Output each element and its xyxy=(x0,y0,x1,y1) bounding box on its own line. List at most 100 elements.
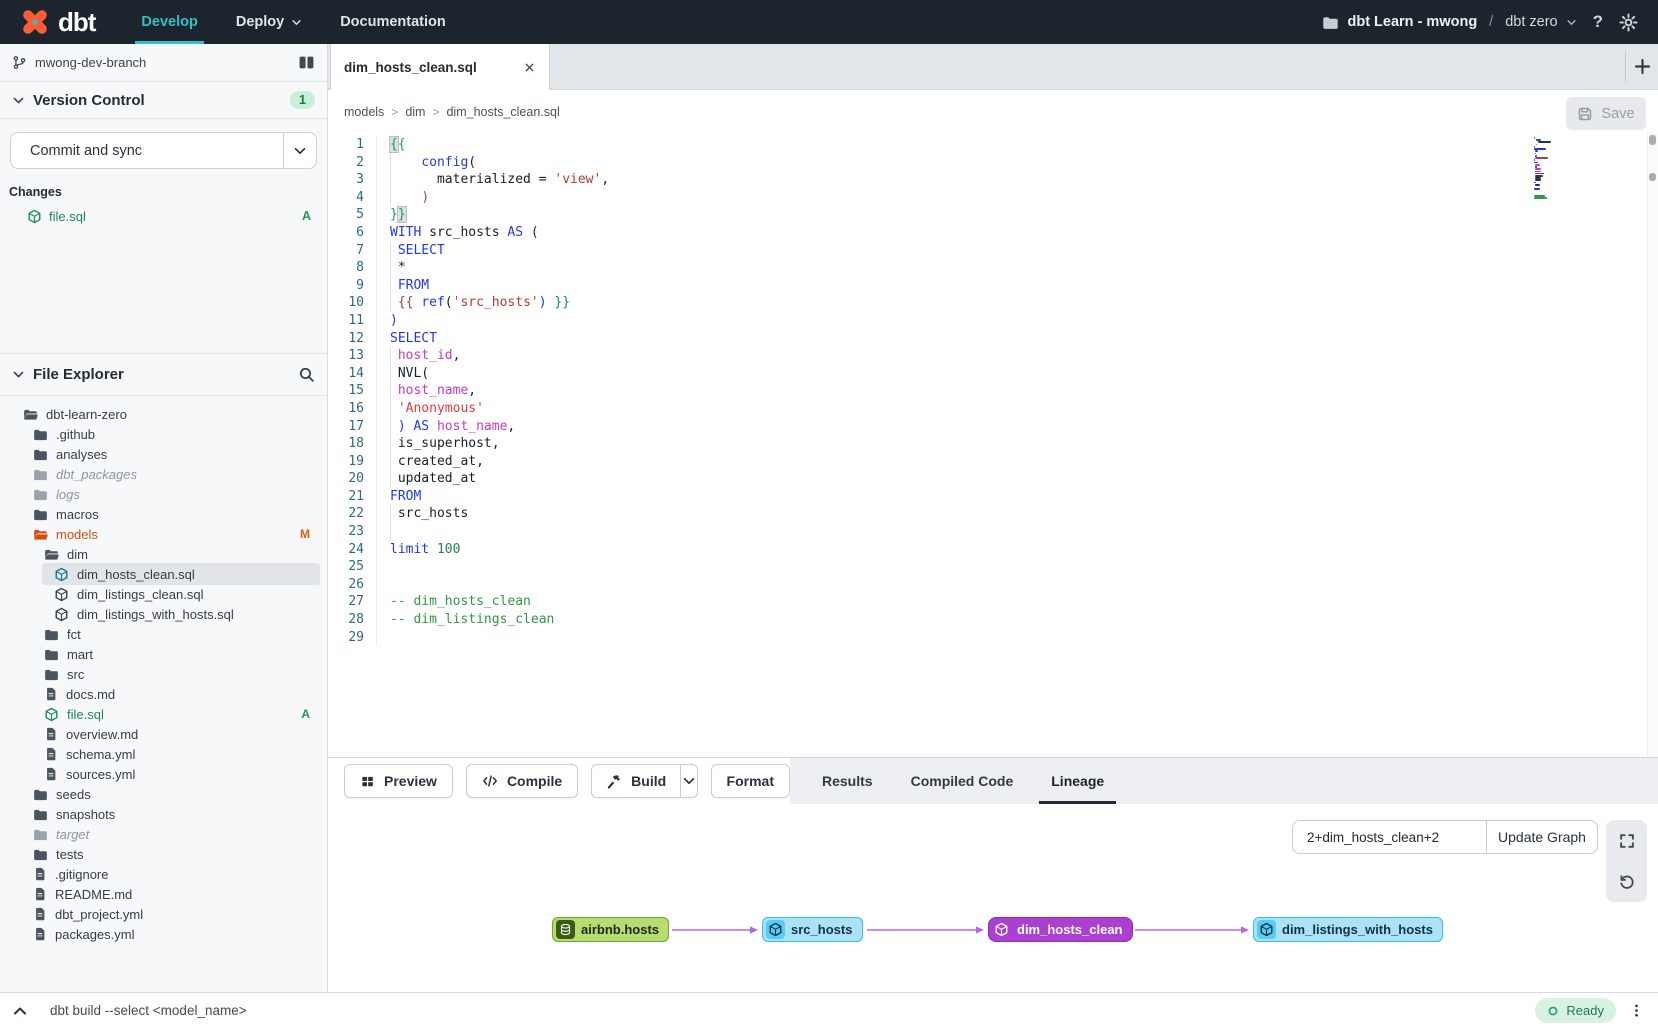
command-hint[interactable]: dbt build --select <model_name> xyxy=(50,1003,247,1018)
version-control-header[interactable]: Version Control 1 xyxy=(0,82,327,119)
tree-item-sources-yml[interactable]: sources.yml xyxy=(0,764,326,784)
tree-item-overview-md[interactable]: overview.md xyxy=(0,724,326,744)
tab-results[interactable]: Results xyxy=(822,758,873,804)
tree-item-analyses[interactable]: analyses xyxy=(0,444,326,464)
lineage-node-dim-hosts-clean[interactable]: dim_hosts_clean xyxy=(988,917,1133,942)
editor-tab[interactable]: dim_hosts_clean.sql xyxy=(330,44,550,90)
file-explorer-header[interactable]: File Explorer xyxy=(0,353,327,396)
save-button[interactable]: Save xyxy=(1566,97,1646,130)
code-line-26[interactable]: 26 xyxy=(328,576,1658,594)
tree-item-readme-md[interactable]: README.md xyxy=(0,884,326,904)
scrollbar-thumb[interactable] xyxy=(1649,135,1656,145)
account-project-selector[interactable]: dbt Learn - mwong / dbt zero xyxy=(1322,14,1576,31)
tree-item-seeds[interactable]: seeds xyxy=(0,784,326,804)
nav-deploy[interactable]: Deploy xyxy=(236,0,302,44)
tree-item-fct[interactable]: fct xyxy=(0,624,326,644)
tree-item--gitignore[interactable]: .gitignore xyxy=(0,864,326,884)
code-line-6[interactable]: 6WITH src_hosts AS ( xyxy=(328,224,1658,242)
breadcrumb-item[interactable]: models xyxy=(344,105,384,119)
tab-compiled-code[interactable]: Compiled Code xyxy=(911,758,1014,804)
code-line-16[interactable]: 16 'Anonymous' xyxy=(328,400,1658,418)
code-line-1[interactable]: 1{{ xyxy=(328,136,1658,154)
tree-item-docs-md[interactable]: docs.md xyxy=(0,684,326,704)
changed-file-row[interactable]: file.sql A xyxy=(0,205,327,227)
lineage-node-src-hosts[interactable]: src_hosts xyxy=(762,917,863,942)
code-line-8[interactable]: 8 * xyxy=(328,259,1658,277)
code-line-22[interactable]: 22 src_hosts xyxy=(328,505,1658,523)
code-line-21[interactable]: 21FROM xyxy=(328,488,1658,506)
tree-item-src[interactable]: src xyxy=(0,664,326,684)
branch-selector[interactable]: mwong-dev-branch xyxy=(0,44,327,82)
code-line-13[interactable]: 13 host_id, xyxy=(328,347,1658,365)
code-line-17[interactable]: 17 ) AS host_name, xyxy=(328,418,1658,436)
lineage-filter-input[interactable] xyxy=(1293,821,1486,853)
tree-item-schema-yml[interactable]: schema.yml xyxy=(0,744,326,764)
code-line-28[interactable]: 28-- dim_listings_clean xyxy=(328,611,1658,629)
panels-icon[interactable] xyxy=(298,54,315,71)
tree-item-dim-hosts-clean-sql[interactable]: dim_hosts_clean.sql xyxy=(0,564,326,584)
close-icon[interactable] xyxy=(523,61,536,74)
code-editor[interactable]: 1{{2 config(3 materialized = 'view',4 )5… xyxy=(328,133,1658,757)
code-line-3[interactable]: 3 materialized = 'view', xyxy=(328,171,1658,189)
minimap[interactable] xyxy=(1534,137,1570,202)
nav-develop[interactable]: Develop xyxy=(141,0,197,44)
breadcrumb-item[interactable]: dim xyxy=(405,105,425,119)
tree-item-models[interactable]: modelsM xyxy=(0,524,326,544)
code-line-7[interactable]: 7 SELECT xyxy=(328,242,1658,260)
lineage-node-airbnb-hosts[interactable]: airbnb.hosts xyxy=(552,917,669,942)
tree-item-snapshots[interactable]: snapshots xyxy=(0,804,326,824)
code-line-14[interactable]: 14 NVL( xyxy=(328,365,1658,383)
code-line-11[interactable]: 11) xyxy=(328,312,1658,330)
tree-item-dbt-project-yml[interactable]: dbt_project.yml xyxy=(0,904,326,924)
code-line-19[interactable]: 19 created_at, xyxy=(328,453,1658,471)
code-line-23[interactable]: 23 xyxy=(328,523,1658,541)
code-line-5[interactable]: 5}} xyxy=(328,206,1658,224)
fullscreen-icon[interactable] xyxy=(1618,832,1636,850)
update-graph-button[interactable]: Update Graph xyxy=(1486,821,1597,853)
tree-item-dim-listings-with-hosts-sql[interactable]: dim_listings_with_hosts.sql xyxy=(0,604,326,624)
build-dropdown[interactable] xyxy=(680,765,696,797)
tree-item-target[interactable]: target xyxy=(0,824,326,844)
code-line-9[interactable]: 9 FROM xyxy=(328,277,1658,295)
chevron-up-icon[interactable] xyxy=(12,1003,28,1019)
new-tab-button[interactable] xyxy=(1633,44,1652,89)
tree-item-macros[interactable]: macros xyxy=(0,504,326,524)
breadcrumb-item[interactable]: dim_hosts_clean.sql xyxy=(446,105,559,119)
undo-icon[interactable] xyxy=(1618,873,1636,891)
code-line-15[interactable]: 15 host_name, xyxy=(328,382,1658,400)
tree-item-dim[interactable]: dim xyxy=(0,544,326,564)
nav-documentation[interactable]: Documentation xyxy=(340,0,446,44)
search-icon[interactable] xyxy=(298,366,315,383)
code-line-10[interactable]: 10 {{ ref('src_hosts') }} xyxy=(328,294,1658,312)
kebab-icon[interactable] xyxy=(1629,1003,1644,1018)
code-line-25[interactable]: 25 xyxy=(328,558,1658,576)
tree-item-mart[interactable]: mart xyxy=(0,644,326,664)
tree-item-dbt-learn-zero[interactable]: dbt-learn-zero xyxy=(0,404,326,424)
code-line-27[interactable]: 27-- dim_hosts_clean xyxy=(328,593,1658,611)
code-line-12[interactable]: 12SELECT xyxy=(328,330,1658,348)
build-button[interactable]: Build xyxy=(592,765,680,797)
preview-button[interactable]: Preview xyxy=(344,764,453,798)
compile-button[interactable]: Compile xyxy=(466,764,578,798)
help-button[interactable]: ? xyxy=(1593,12,1603,32)
tree-item-dim-listings-clean-sql[interactable]: dim_listings_clean.sql xyxy=(0,584,326,604)
code-line-29[interactable]: 29 xyxy=(328,629,1658,647)
gear-icon[interactable] xyxy=(1619,13,1638,32)
lineage-node-dim-listings-with-hosts[interactable]: dim_listings_with_hosts xyxy=(1253,917,1443,942)
editor-scrollbar[interactable] xyxy=(1647,133,1658,757)
commit-and-sync-button[interactable]: Commit and sync xyxy=(10,132,317,169)
code-line-18[interactable]: 18 is_superhost, xyxy=(328,435,1658,453)
format-button[interactable]: Format xyxy=(711,764,790,798)
dbt-logo[interactable]: dbt xyxy=(0,7,141,38)
tree-item-dbt-packages[interactable]: dbt_packages xyxy=(0,464,326,484)
code-line-4[interactable]: 4 ) xyxy=(328,189,1658,207)
code-line-20[interactable]: 20 updated_at xyxy=(328,470,1658,488)
commit-dropdown[interactable] xyxy=(283,133,316,168)
tree-item-tests[interactable]: tests xyxy=(0,844,326,864)
tree-item-packages-yml[interactable]: packages.yml xyxy=(0,924,326,944)
code-line-2[interactable]: 2 config( xyxy=(328,154,1658,172)
tree-item--github[interactable]: .github xyxy=(0,424,326,444)
tab-lineage[interactable]: Lineage xyxy=(1051,758,1104,804)
tree-item-file-sql[interactable]: file.sqlA xyxy=(0,704,326,724)
code-line-24[interactable]: 24limit 100 xyxy=(328,541,1658,559)
